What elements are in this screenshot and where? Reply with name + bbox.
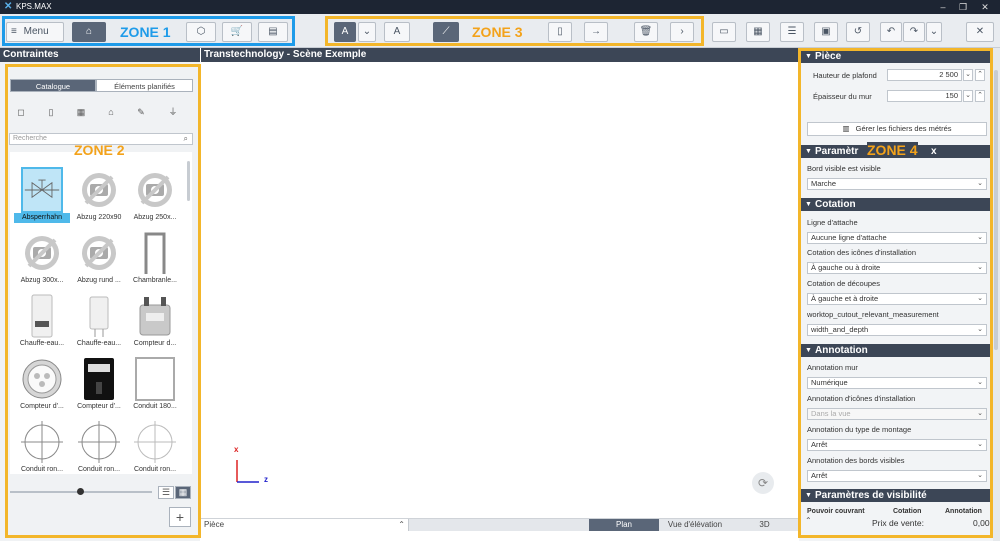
chevron-up-icon: ⌃	[398, 520, 405, 529]
room-selector[interactable]: Pièce ⌃	[201, 519, 409, 531]
zone-2-label: ZONE 2	[74, 142, 125, 158]
minimize-icon[interactable]: –	[936, 1, 950, 13]
maximize-icon[interactable]: ❐	[956, 1, 970, 13]
app-title: KPS.MAX	[16, 2, 52, 11]
title-bar: ✕ KPS.MAX – ❐ ✕	[0, 0, 1000, 14]
axis-gizmo	[236, 460, 259, 483]
room-selector-label: Pièce	[204, 520, 225, 529]
zone-1-label: ZONE 1	[120, 24, 171, 40]
properties-scroll-thumb[interactable]	[994, 70, 998, 350]
redo-dropdown[interactable]: ⌄	[926, 22, 942, 42]
app-logo-icon: ✕	[4, 1, 13, 12]
zone-2-highlight	[5, 64, 201, 538]
zone-3-label: ZONE 3	[472, 24, 523, 40]
close-window-icon[interactable]: ✕	[978, 1, 992, 13]
zone-4-highlight	[798, 48, 993, 538]
history-icon: ↺	[853, 26, 863, 37]
reset-view-icon[interactable]: ⟳	[752, 472, 774, 494]
tab-plan[interactable]: Plan	[589, 519, 659, 531]
undo-icon: ↶	[886, 26, 896, 37]
layout-icon: ▦	[753, 26, 763, 37]
axis-z-label: z	[264, 475, 268, 484]
axis-x-label: x	[234, 445, 239, 454]
close-button[interactable]: ✕	[966, 22, 994, 42]
layout-button[interactable]: ▦	[746, 22, 770, 42]
zone-4-label: ZONE 4	[867, 142, 918, 158]
status-bar: Pièce ⌃ Plan Vue d'élévation 3D	[201, 518, 798, 531]
checklist-icon: ☰	[787, 26, 797, 37]
undo-button[interactable]: ↶	[880, 22, 902, 42]
drawing-canvas[interactable]: x z ⟳	[201, 62, 798, 518]
redo-button[interactable]: ↷	[903, 22, 925, 42]
close-icon: ✕	[975, 26, 985, 37]
history-button[interactable]: ↺	[846, 22, 870, 42]
screen-button[interactable]: ▭	[712, 22, 736, 42]
checklist-button[interactable]: ☰	[780, 22, 804, 42]
monitor-icon: ▭	[719, 26, 729, 37]
redo-icon: ↷	[909, 26, 919, 37]
tab-elevation[interactable]: Vue d'élévation	[659, 519, 731, 531]
scene-title: Transtechnology - Scène Exemple	[201, 48, 798, 62]
tab-3d[interactable]: 3D	[731, 519, 798, 531]
constraints-title: Contraintes	[0, 48, 200, 62]
save-icon: ▣	[821, 26, 831, 37]
save-button[interactable]: ▣	[814, 22, 838, 42]
chevron-down-icon: ⌄	[929, 26, 939, 37]
